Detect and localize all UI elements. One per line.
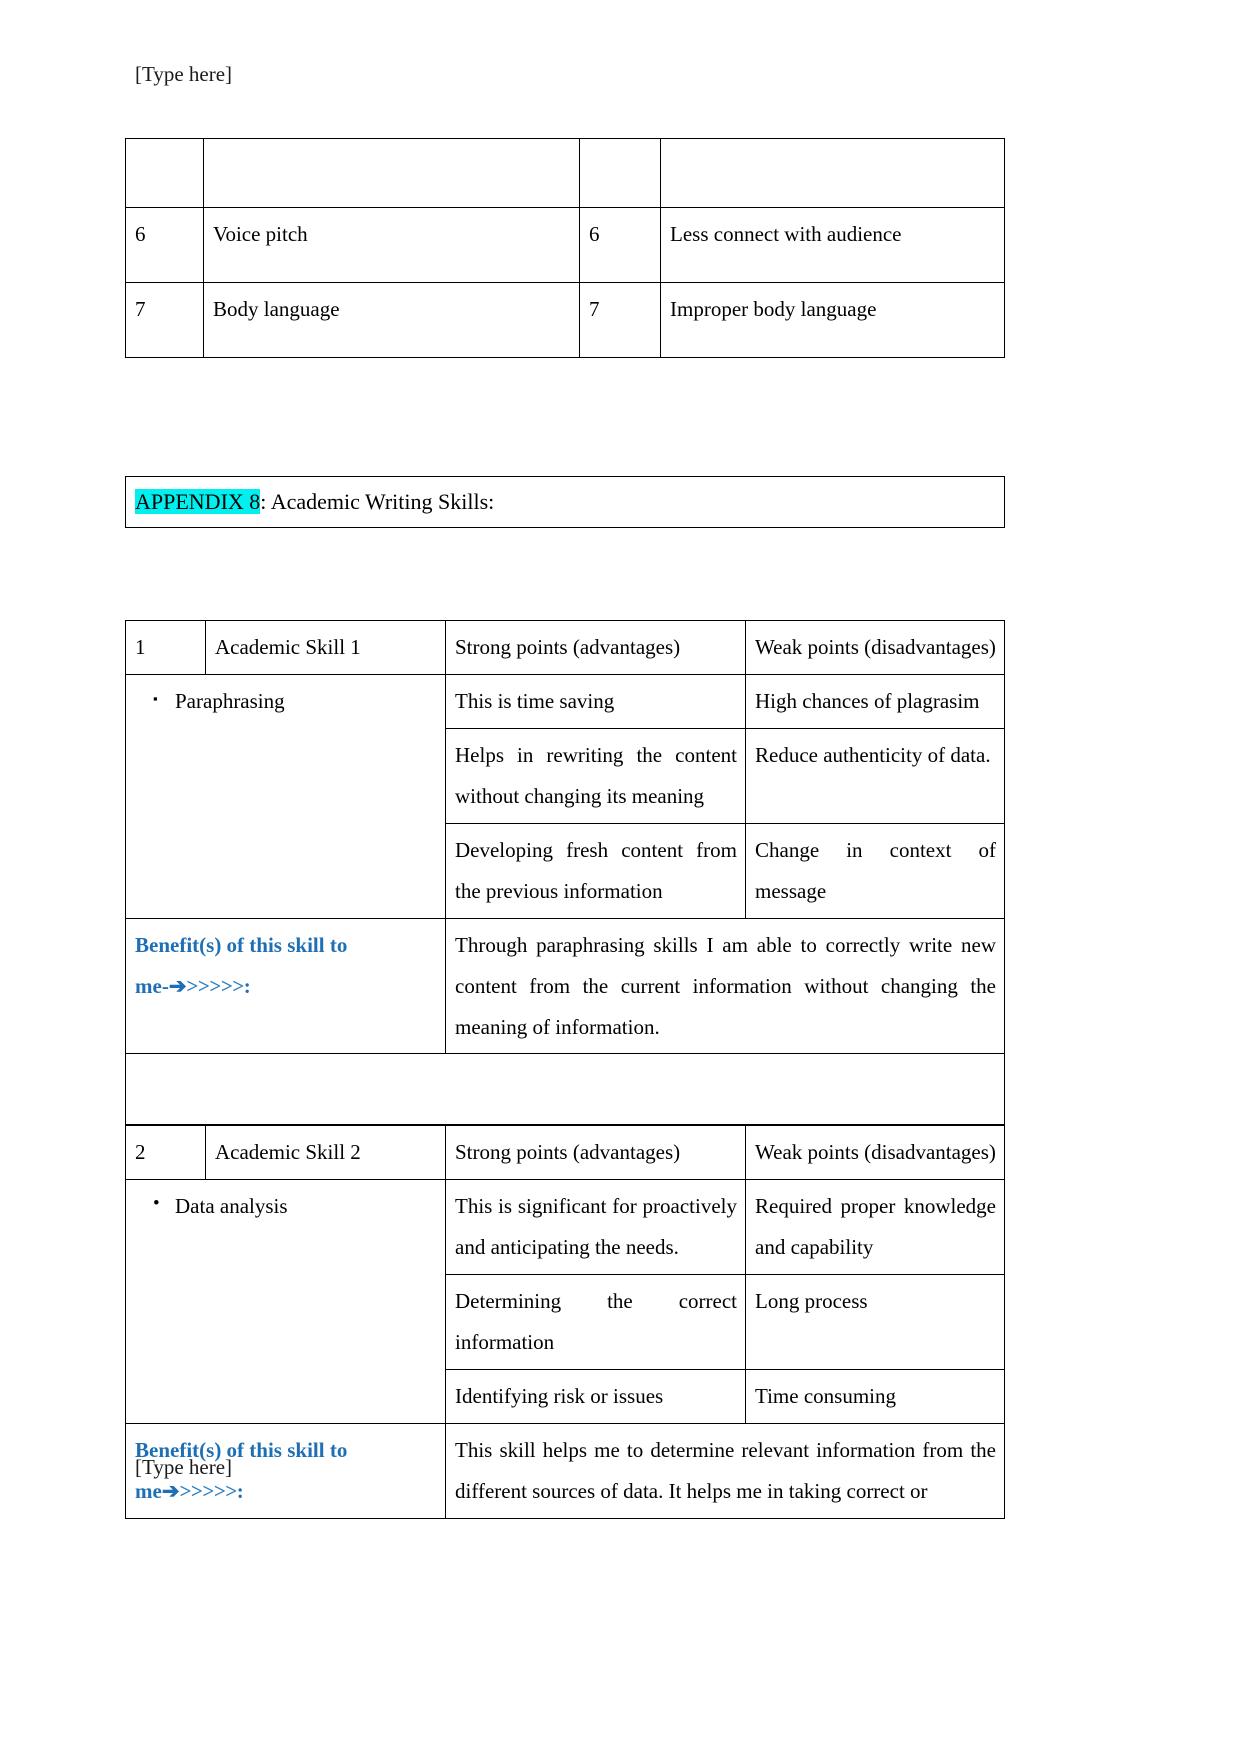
benefit-text-cell: Through paraphrasing skills I am able to… <box>445 917 1005 1055</box>
table-row: • Data analysis This is significant for … <box>125 1179 1005 1425</box>
cell-advantage: Developing fresh content from the previo… <box>445 822 746 919</box>
appendix-highlight-label: APPENDIX 8 <box>135 489 261 514</box>
spacer-row <box>125 1053 1005 1126</box>
cell-advantage: This is time saving <box>445 673 746 729</box>
header-disadvantages: Weak points (disadvantages) <box>745 1125 1005 1181</box>
cell-number-two: 7 <box>579 282 661 358</box>
skill-bullet-line: ▪ Paraphrasing <box>135 681 437 719</box>
table-row: 6 Voice pitch 6 Less connect with audien… <box>125 207 1005 283</box>
benefit-row: Benefit(s) of this skill to me-➔>>>>>: T… <box>125 917 1005 1055</box>
cell-disadvantage: Time consuming <box>745 1369 1005 1425</box>
footer-placeholder: [Type here] <box>135 1455 233 1479</box>
cell-disadvantage: Required proper knowledge and capability <box>745 1179 1005 1276</box>
benefit-row: Benefit(s) of this skill to me➔>>>>>: Th… <box>125 1423 1005 1519</box>
header-advantages: Strong points (advantages) <box>445 620 746 675</box>
cell-disadvantage: Long process <box>745 1274 1005 1371</box>
cell-skill-title: Academic Skill 2 <box>205 1125 446 1181</box>
cell-skill: Voice pitch <box>203 207 580 283</box>
table-header-row: 2 Academic Skill 2 Strong points (advant… <box>125 1125 1005 1181</box>
chevrons-icon: >>>>> <box>179 1479 237 1503</box>
document-content: 6 Voice pitch 6 Less connect with audien… <box>125 138 1005 1519</box>
cell-disadvantage: Reduce authenticity of data. <box>745 727 1005 824</box>
benefit-text-cell: This skill helps me to determine relevan… <box>445 1423 1005 1519</box>
cell-skill: Body language <box>203 282 580 358</box>
skill-name-label: Paraphrasing <box>175 688 285 713</box>
academic-skill-2-section: 2 Academic Skill 2 Strong points (advant… <box>125 1125 1005 1519</box>
spacer-cell <box>125 1053 1005 1126</box>
cell-advantage: This is significant for proactively and … <box>445 1179 746 1276</box>
benefit-label-colon: : <box>243 973 251 998</box>
right-arrow-icon: ➔ <box>168 973 187 998</box>
appendix-heading-box: APPENDIX 8: Academic Writing Skills: <box>125 476 1005 528</box>
cell-number: 6 <box>125 207 204 283</box>
cell-disadvantage: Change in context of message <box>745 822 1005 919</box>
appendix-heading-text: : Academic Writing Skills: <box>260 489 495 514</box>
cell-skill-name: ▪ Paraphrasing <box>125 673 446 919</box>
cell-skill-name: • Data analysis <box>125 1179 446 1425</box>
cell-number <box>125 138 204 208</box>
benefit-label-line-2-prefix: me- <box>135 973 169 998</box>
academic-skill-1-section: 1 Academic Skill 1 Strong points (advant… <box>125 620 1005 1126</box>
cell-skill <box>203 138 580 208</box>
table-row <box>125 138 1005 208</box>
academic-skill-2-table: 2 Academic Skill 2 Strong points (advant… <box>125 1125 1005 1519</box>
table-row: ▪ Paraphrasing This is time saving High … <box>125 673 1005 919</box>
benefit-label-colon: : <box>236 1479 244 1503</box>
round-bullet-icon: • <box>153 1193 160 1215</box>
cell-number: 7 <box>125 282 204 358</box>
header-disadvantages: Weak points (disadvantages) <box>745 620 1005 675</box>
benefit-label-cell: Benefit(s) of this skill to me-➔>>>>>: <box>125 917 446 1055</box>
skill-name-label: Data analysis <box>175 1194 288 1219</box>
skill-bullet-line: • Data analysis <box>135 1186 437 1224</box>
header-placeholder: [Type here] <box>135 62 233 86</box>
cell-issue: Less connect with audience <box>660 207 1005 283</box>
academic-skill-1-table: 1 Academic Skill 1 Strong points (advant… <box>125 620 1005 1126</box>
benefit-label-line-2-prefix: me <box>135 1479 162 1503</box>
cell-issue: Improper body language <box>660 282 1005 358</box>
cell-number-two: 6 <box>579 207 661 283</box>
cell-skill-title: Academic Skill 1 <box>205 620 446 675</box>
presentation-skills-table: 6 Voice pitch 6 Less connect with audien… <box>125 138 1005 358</box>
benefit-label-line-1: Benefit(s) of this skill to <box>135 932 348 957</box>
cell-disadvantage: High chances of plagrasim <box>745 673 1005 729</box>
cell-advantage: Identifying risk or issues <box>445 1369 746 1425</box>
header-advantages: Strong points (advantages) <box>445 1125 746 1181</box>
cell-number-two <box>579 138 661 208</box>
table-row: 7 Body language 7 Improper body language <box>125 282 1005 358</box>
cell-advantage: Determining the correct information <box>445 1274 746 1371</box>
right-arrow-icon: ➔ <box>161 1479 180 1503</box>
document-page: [Type here] 6 Voice pitch 6 Less connect… <box>0 0 1241 1754</box>
cell-issue <box>660 138 1005 208</box>
square-bullet-icon: ▪ <box>153 690 158 706</box>
chevrons-icon: >>>>> <box>186 973 244 998</box>
table-header-row: 1 Academic Skill 1 Strong points (advant… <box>125 620 1005 675</box>
cell-advantage: Helps in rewriting the content without c… <box>445 727 746 824</box>
cell-index: 2 <box>125 1125 206 1181</box>
cell-index: 1 <box>125 620 206 675</box>
